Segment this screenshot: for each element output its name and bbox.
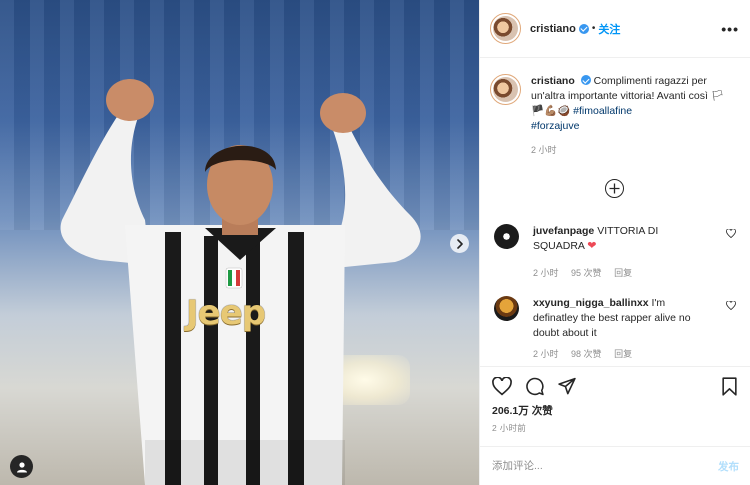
comment-text: juvefanpage VITTORIA DI SQUADRA ❤ bbox=[533, 224, 708, 254]
comment-text: xxyung_nigga_ballinxx I'm definatley the… bbox=[533, 296, 708, 341]
comment-emoji: ❤ bbox=[587, 240, 597, 252]
reply-button[interactable]: 回复 bbox=[614, 268, 632, 278]
plus-circle-icon bbox=[609, 183, 620, 194]
action-bar bbox=[480, 366, 750, 406]
header-separator: • bbox=[591, 23, 596, 34]
caption-age: 2 小时 bbox=[531, 145, 557, 155]
comment-meta: 2 小时 95 次赞 回复 bbox=[533, 266, 708, 279]
heart-icon[interactable] bbox=[726, 229, 736, 238]
caption-meta: 2 小时 bbox=[531, 143, 731, 156]
verified-badge-icon bbox=[580, 75, 591, 85]
comment-input[interactable] bbox=[492, 460, 718, 472]
comment-meta: 2 小时 98 次赞 回复 bbox=[533, 347, 708, 360]
avatar[interactable] bbox=[490, 13, 521, 44]
next-photo-button[interactable] bbox=[450, 234, 469, 253]
jersey-sponsor-text: Jeep bbox=[186, 293, 266, 333]
follow-button[interactable]: 关注 bbox=[598, 21, 620, 37]
post-side-panel: cristiano • 关注 ••• cristiano Complimenti… bbox=[479, 0, 750, 485]
more-options-button[interactable]: ••• bbox=[721, 21, 739, 37]
comment-username[interactable]: juvefanpage bbox=[533, 225, 594, 237]
comment-likes[interactable]: 98 次赞 bbox=[571, 349, 602, 359]
avatar[interactable] bbox=[494, 224, 519, 249]
comment-icon[interactable] bbox=[525, 377, 545, 396]
avatar[interactable] bbox=[494, 296, 519, 321]
comment-item: juvefanpage VITTORIA DI SQUADRA ❤ 2 小时 9… bbox=[494, 224, 744, 279]
player-figure bbox=[60, 79, 421, 485]
comments-section: cristiano Complimenti ragazzi per un'alt… bbox=[480, 58, 750, 365]
tagged-users-button[interactable] bbox=[10, 455, 33, 478]
hashtag-link[interactable]: #forzajuve bbox=[531, 120, 579, 132]
instagram-post: Jeep cristiano • 关注 ••• cristiano Compli… bbox=[0, 0, 750, 485]
paper-plane-icon[interactable] bbox=[557, 377, 577, 396]
user-icon bbox=[16, 461, 27, 472]
chevron-right-icon bbox=[456, 238, 463, 249]
heart-icon[interactable] bbox=[726, 301, 736, 310]
comment-likes[interactable]: 95 次赞 bbox=[571, 268, 602, 278]
add-comment-bar: 发布 bbox=[480, 446, 750, 485]
avatar[interactable] bbox=[490, 74, 521, 105]
verified-badge-icon bbox=[578, 23, 589, 34]
load-more-comments-button[interactable] bbox=[605, 179, 624, 198]
caption: cristiano Complimenti ragazzi per un'alt… bbox=[490, 74, 740, 156]
post-photo[interactable]: Jeep bbox=[0, 0, 479, 485]
bookmark-icon[interactable] bbox=[721, 377, 738, 396]
comment-username[interactable]: xxyung_nigga_ballinxx bbox=[533, 297, 649, 309]
post-timestamp[interactable]: 2 小时前 bbox=[492, 422, 526, 434]
post-header: cristiano • 关注 ••• bbox=[480, 0, 750, 58]
post-comment-button[interactable]: 发布 bbox=[718, 459, 739, 474]
likes-count[interactable]: 206.1万 次赞 bbox=[492, 403, 553, 418]
comment-age: 2 小时 bbox=[533, 268, 559, 278]
heart-icon[interactable] bbox=[492, 377, 512, 396]
comment-item: xxyung_nigga_ballinxx I'm definatley the… bbox=[494, 296, 744, 360]
caption-username[interactable]: cristiano bbox=[531, 75, 575, 87]
caption-text: cristiano Complimenti ragazzi per un'alt… bbox=[531, 74, 731, 134]
header-username[interactable]: cristiano bbox=[530, 23, 576, 35]
comment-age: 2 小时 bbox=[533, 349, 559, 359]
reply-button[interactable]: 回复 bbox=[614, 349, 632, 359]
hashtag-link[interactable]: #fimoallafine bbox=[573, 105, 632, 117]
